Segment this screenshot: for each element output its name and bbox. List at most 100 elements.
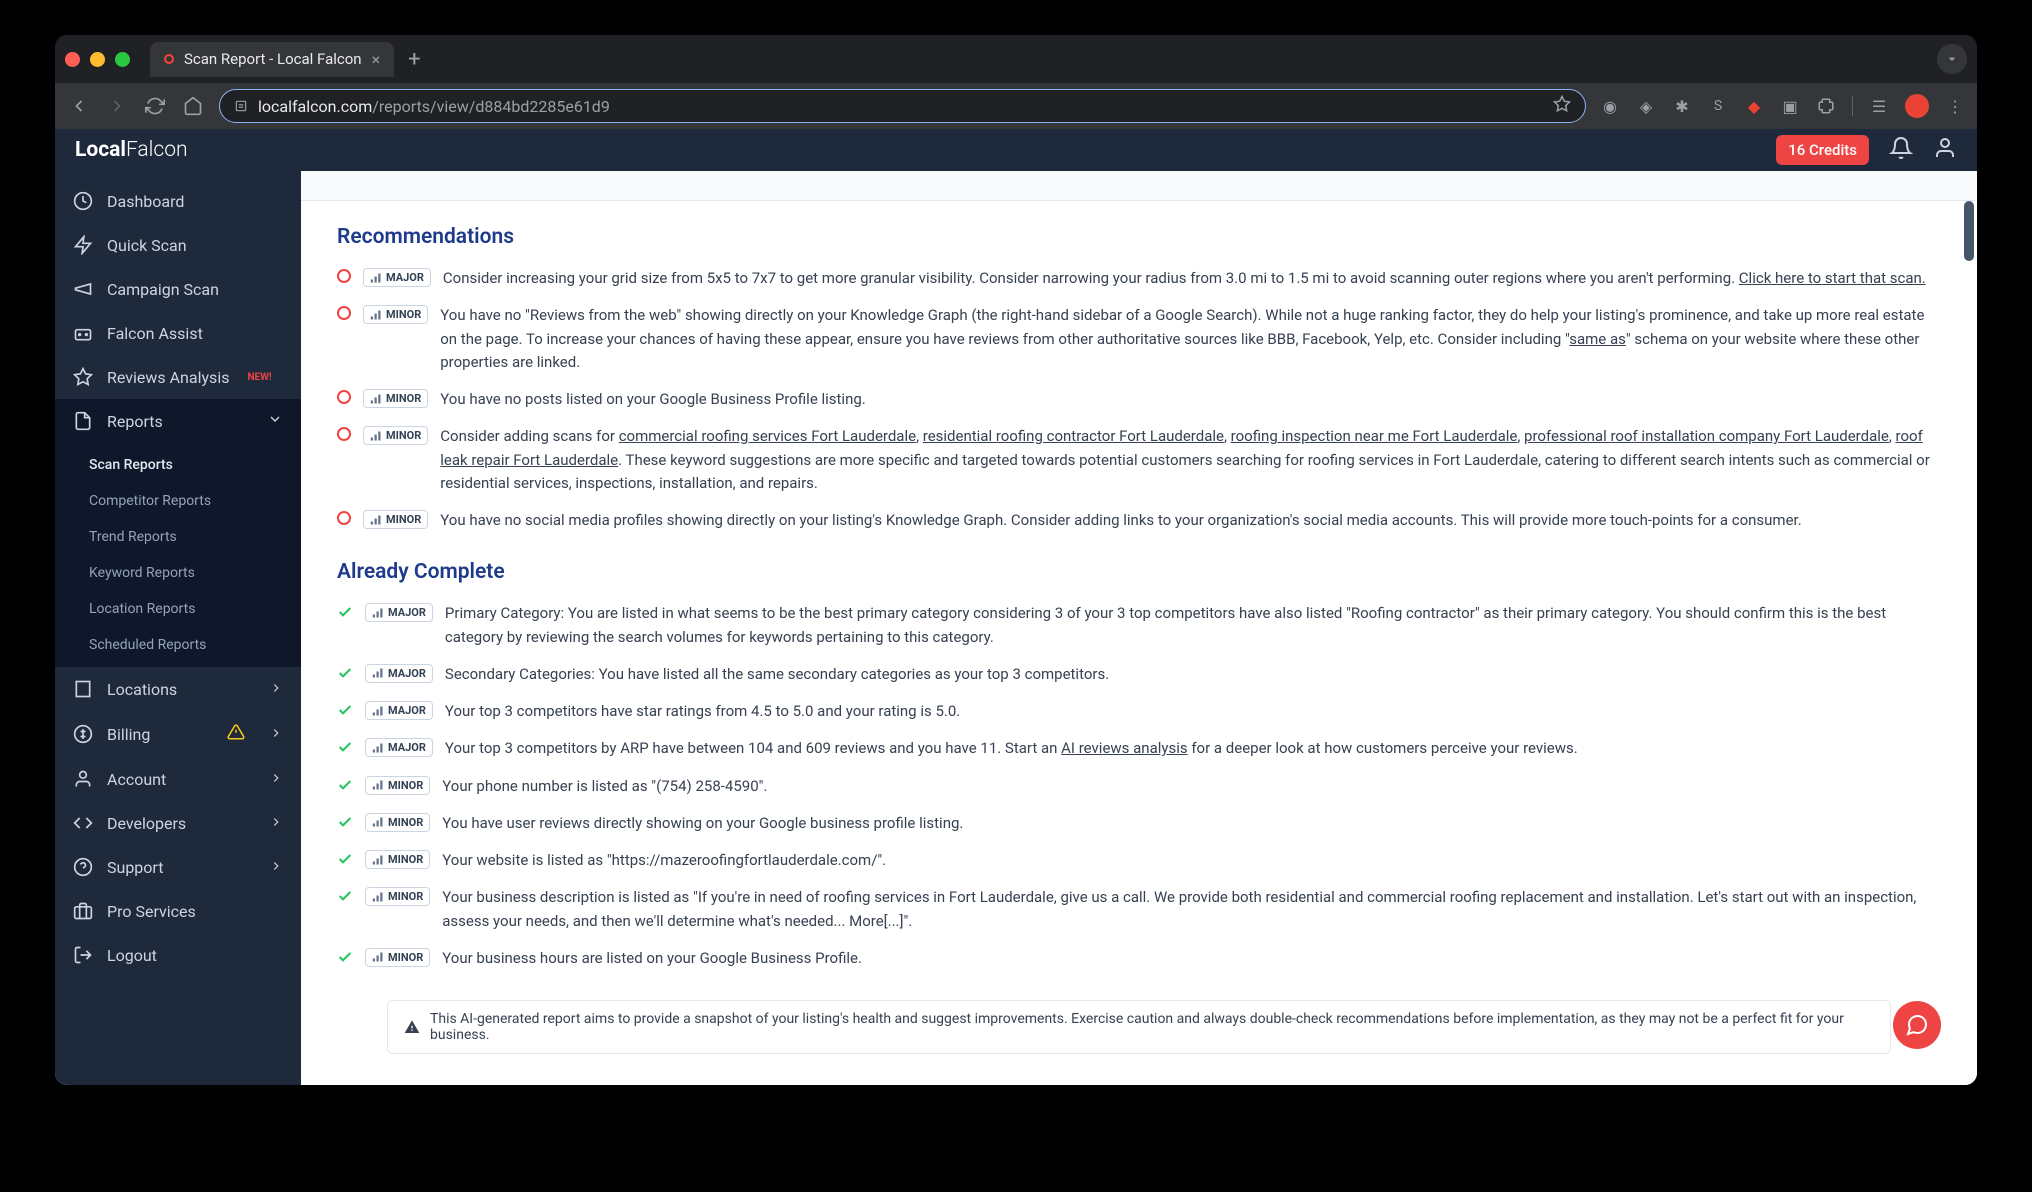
severity-badge: MINOR: [365, 887, 430, 906]
subnav-trend-reports[interactable]: Trend Reports: [55, 519, 301, 555]
nav-developers[interactable]: Developers: [55, 801, 301, 845]
reading-list-icon[interactable]: ☰: [1869, 96, 1889, 116]
new-tab-button[interactable]: +: [408, 47, 420, 72]
open-status-icon: [337, 427, 351, 441]
keyword-link[interactable]: commercial roofing services Fort Lauderd…: [619, 427, 916, 445]
check-icon: [337, 949, 353, 969]
extension-icon[interactable]: ◆: [1744, 96, 1764, 116]
check-icon: [337, 888, 353, 908]
completed-text: You have user reviews directly showing o…: [442, 812, 963, 835]
recommendation-item: MINORYou have no "Reviews from the web" …: [337, 304, 1941, 374]
notifications-icon[interactable]: [1889, 136, 1913, 164]
tab-list-dropdown[interactable]: [1937, 44, 1967, 74]
chat-button[interactable]: [1893, 1001, 1941, 1049]
recommendations-heading: Recommendations: [337, 225, 1941, 249]
subnav-keyword-reports[interactable]: Keyword Reports: [55, 555, 301, 591]
profile-avatar[interactable]: [1905, 94, 1929, 118]
open-status-icon: [337, 390, 351, 404]
completed-text: Your phone number is listed as "(754) 25…: [442, 775, 767, 798]
recommendation-item: MINORConsider adding scans for commercia…: [337, 425, 1941, 495]
check-icon: [337, 604, 353, 624]
already-complete-heading: Already Complete: [337, 560, 1941, 584]
open-status-icon: [337, 511, 351, 525]
keyword-link[interactable]: residential roofing contractor Fort Laud…: [923, 427, 1224, 445]
extension-icon[interactable]: ◈: [1636, 96, 1656, 116]
keyword-link[interactable]: same as: [1569, 330, 1626, 348]
inline-link[interactable]: AI reviews analysis: [1061, 739, 1187, 757]
keyword-link[interactable]: roofing inspection near me Fort Lauderda…: [1231, 427, 1518, 445]
extension-icon[interactable]: ◉: [1600, 96, 1620, 116]
star-icon: [73, 367, 93, 387]
severity-badge: MAJOR: [365, 738, 433, 757]
minimize-window-button[interactable]: [90, 52, 105, 67]
sidebar: Dashboard Quick Scan Campaign Scan Falco…: [55, 129, 301, 1085]
dollar-icon: [73, 724, 93, 744]
recommendation-text: You have no social media profiles showin…: [440, 509, 1801, 532]
chevron-down-icon: [267, 411, 283, 431]
code-icon: [73, 813, 93, 833]
recommendation-item: MINORYou have no posts listed on your Go…: [337, 388, 1941, 411]
credits-button[interactable]: 16 Credits: [1776, 135, 1869, 165]
subnav-scan-reports[interactable]: Scan Reports: [55, 447, 301, 483]
extension-icon[interactable]: S: [1708, 96, 1728, 116]
severity-badge: MAJOR: [363, 268, 431, 287]
close-window-button[interactable]: [65, 52, 80, 67]
open-status-icon: [337, 306, 351, 320]
browser-tab[interactable]: Scan Report - Local Falcon ×: [150, 42, 394, 77]
maximize-window-button[interactable]: [115, 52, 130, 67]
nav-campaign-scan[interactable]: Campaign Scan: [55, 267, 301, 311]
chevron-right-icon: [269, 814, 283, 833]
nav-billing[interactable]: Billing: [55, 711, 301, 757]
nav-account[interactable]: Account: [55, 757, 301, 801]
recommendation-text: Consider increasing your grid size from …: [443, 267, 1926, 290]
completed-text: Your business hours are listed on your G…: [442, 947, 862, 970]
nav-support[interactable]: Support: [55, 845, 301, 889]
completed-item: MAJORYour top 3 competitors have star ra…: [337, 700, 1941, 723]
extension-icon[interactable]: ▣: [1780, 96, 1800, 116]
window-controls: [65, 52, 130, 67]
severity-badge: MINOR: [363, 510, 428, 529]
nav-reports[interactable]: Reports: [55, 399, 301, 443]
check-icon: [337, 739, 353, 759]
completed-item: MAJORYour top 3 competitors by ARP have …: [337, 737, 1941, 760]
extension-icon[interactable]: ✱: [1672, 96, 1692, 116]
nav-locations[interactable]: Locations: [55, 667, 301, 711]
close-tab-button[interactable]: ×: [372, 50, 381, 69]
bookmark-button[interactable]: [1553, 95, 1571, 117]
recommendation-text: You have no posts listed on your Google …: [440, 388, 866, 411]
gauge-icon: [73, 191, 93, 211]
app-logo[interactable]: LocalFalcon: [75, 138, 188, 162]
nav-pro-services[interactable]: Pro Services: [55, 889, 301, 933]
url-input[interactable]: localfalcon.com/reports/view/d884bd2285e…: [219, 89, 1586, 123]
nav-falcon-assist[interactable]: Falcon Assist: [55, 311, 301, 355]
reload-button[interactable]: [143, 94, 167, 118]
keyword-link[interactable]: professional roof installation company F…: [1524, 427, 1889, 445]
severity-badge: MINOR: [363, 305, 428, 324]
nav-reviews-analysis[interactable]: Reviews AnalysisNEW!: [55, 355, 301, 399]
tab-bar: Scan Report - Local Falcon × +: [55, 35, 1977, 83]
disclaimer-banner: This AI-generated report aims to provide…: [387, 1000, 1891, 1054]
building-icon: [73, 679, 93, 699]
nav-quick-scan[interactable]: Quick Scan: [55, 223, 301, 267]
forward-button[interactable]: [105, 94, 129, 118]
completed-text: Your business description is listed as "…: [442, 886, 1941, 933]
keyword-link[interactable]: Click here to start that scan.: [1739, 269, 1926, 287]
nav-dashboard[interactable]: Dashboard: [55, 179, 301, 223]
subnav-competitor-reports[interactable]: Competitor Reports: [55, 483, 301, 519]
completed-item: MAJORPrimary Category: You are listed in…: [337, 602, 1941, 649]
scrollbar[interactable]: [1961, 171, 1977, 1085]
user-icon[interactable]: [1933, 136, 1957, 164]
check-icon: [337, 814, 353, 834]
back-button[interactable]: [67, 94, 91, 118]
url-path: /reports/view/d884bd2285e61d9: [372, 97, 610, 116]
nav-logout[interactable]: Logout: [55, 933, 301, 977]
home-button[interactable]: [181, 94, 205, 118]
completed-item: MAJORSecondary Categories: You have list…: [337, 663, 1941, 686]
subnav-scheduled-reports[interactable]: Scheduled Reports: [55, 627, 301, 663]
app-body: Dashboard Quick Scan Campaign Scan Falco…: [55, 129, 1977, 1085]
extensions-button[interactable]: [1816, 96, 1836, 116]
menu-button[interactable]: ⋮: [1945, 96, 1965, 116]
check-icon: [337, 665, 353, 685]
subnav-location-reports[interactable]: Location Reports: [55, 591, 301, 627]
check-icon: [337, 851, 353, 871]
